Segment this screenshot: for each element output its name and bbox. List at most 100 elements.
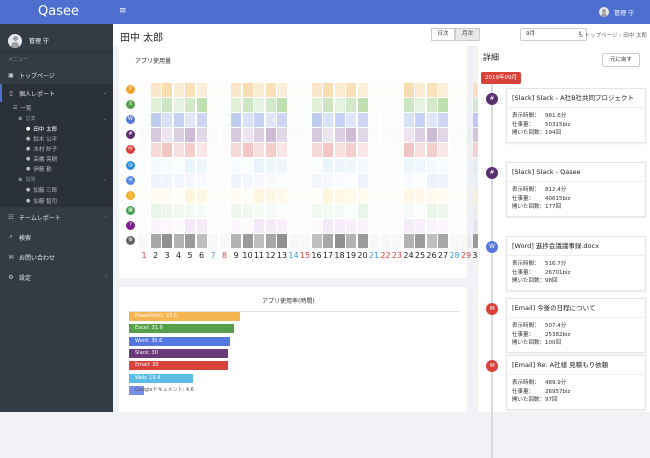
heatmap-cell[interactable] [173,83,184,98]
heatmap-cell[interactable] [357,158,368,173]
heatmap-cell[interactable] [311,173,322,188]
heatmap-cell[interactable] [415,203,425,218]
heatmap-cell[interactable] [196,173,207,188]
app-logo[interactable]: Qasee [0,0,113,24]
hamburger-icon[interactable]: ≡ [119,6,127,16]
heatmap-cell[interactable] [173,98,184,113]
heatmap-cell[interactable] [277,143,287,158]
heatmap-cell[interactable] [369,218,379,233]
heatmap-cell[interactable] [438,113,448,128]
heatmap-cell[interactable] [323,158,333,173]
heatmap-cell[interactable] [323,128,333,143]
heatmap-cell[interactable] [300,218,310,233]
heatmap-cell[interactable] [403,188,414,203]
heatmap-cell[interactable] [162,158,172,173]
heatmap-cell[interactable] [311,218,322,233]
heatmap-cell[interactable] [242,83,253,98]
group-header-dev[interactable]: ☗ 開発 ⌄ [0,174,113,185]
heatmap-cell[interactable] [300,188,310,203]
heatmap-cell[interactable] [185,113,195,128]
heatmap-cell[interactable] [392,234,402,249]
heatmap-cell[interactable] [300,234,310,249]
heatmap-cell[interactable] [369,188,379,203]
toggle-daily-button[interactable]: 日次 [431,28,455,41]
heatmap-cell[interactable] [139,113,149,128]
heatmap-cell[interactable] [334,143,345,158]
heatmap-cell[interactable] [334,128,345,143]
heatmap-cell[interactable] [277,158,287,173]
heatmap-cell[interactable] [369,113,379,128]
heatmap-cell[interactable] [208,203,218,218]
heatmap-cell[interactable] [265,188,276,203]
heatmap-cell[interactable] [196,158,207,173]
heatmap-cell[interactable] [231,173,241,188]
heatmap-cell[interactable] [277,98,287,113]
heatmap-cell[interactable] [369,98,379,113]
heatmap-cell[interactable] [231,98,241,113]
heatmap-cell[interactable] [334,113,345,128]
heatmap-cell[interactable] [162,218,172,233]
heatmap-cell[interactable] [173,188,184,203]
heatmap-cell[interactable] [323,218,333,233]
heatmap-cell[interactable] [346,98,356,113]
heatmap-cell[interactable] [288,83,299,98]
heatmap-cell[interactable] [426,203,437,218]
heatmap-cell[interactable] [277,113,287,128]
heatmap-cell[interactable] [277,188,287,203]
heatmap-cell[interactable] [426,158,437,173]
heatmap-cell[interactable] [415,143,425,158]
heatmap-cell[interactable] [185,173,195,188]
heatmap-cell[interactable] [357,173,368,188]
heatmap-cell[interactable] [208,83,218,98]
heatmap-cell[interactable] [139,218,149,233]
heatmap-cell[interactable] [219,188,230,203]
heatmap-cell[interactable] [380,188,391,203]
heatmap-cell[interactable] [334,83,345,98]
heatmap-cell[interactable] [300,128,310,143]
heatmap-cell[interactable] [449,158,460,173]
heatmap-cell[interactable] [150,113,161,128]
chart-bar[interactable]: Googleドキュメント: 4.6 [129,385,194,395]
heatmap-cell[interactable] [185,83,195,98]
heatmap-cell[interactable] [300,173,310,188]
heatmap-cell[interactable] [449,98,460,113]
heatmap-cell[interactable] [311,83,322,98]
sidebar-item-list[interactable]: ☰ 一覧 [0,102,113,113]
heatmap-cell[interactable] [231,234,241,249]
heatmap-cell[interactable] [162,143,172,158]
heatmap-cell[interactable] [357,234,368,249]
heatmap-cell[interactable] [242,128,253,143]
heatmap-cell[interactable] [461,218,471,233]
heatmap-cell[interactable] [254,143,264,158]
heatmap-cell[interactable] [369,158,379,173]
heatmap-cell[interactable] [288,143,299,158]
heatmap-cell[interactable] [357,188,368,203]
heatmap-cell[interactable] [415,173,425,188]
heatmap-cell[interactable] [265,113,276,128]
heatmap-cell[interactable] [150,158,161,173]
heatmap-cell[interactable] [334,218,345,233]
heatmap-cell[interactable] [185,98,195,113]
heatmap-cell[interactable] [449,173,460,188]
heatmap-cell[interactable] [461,98,471,113]
heatmap-cell[interactable] [139,188,149,203]
heatmap-cell[interactable] [219,98,230,113]
heatmap-cell[interactable] [300,83,310,98]
member-item[interactable]: ● 伊藤 勤 [0,164,113,174]
heatmap-cell[interactable] [288,203,299,218]
heatmap-cell[interactable] [219,128,230,143]
heatmap-cell[interactable] [380,143,391,158]
heatmap-cell[interactable] [323,173,333,188]
timeline-entry[interactable]: [Slack] Slack - A社B社共同プロジェクト 表示時間： 981.6分仕… [506,88,646,143]
heatmap-cell[interactable] [150,128,161,143]
heatmap-cell[interactable] [449,128,460,143]
heatmap-cell[interactable] [346,203,356,218]
heatmap-cell[interactable] [288,188,299,203]
heatmap-cell[interactable] [288,173,299,188]
heatmap-cell[interactable] [265,83,276,98]
heatmap-cell[interactable] [196,218,207,233]
heatmap-cell[interactable] [369,128,379,143]
sidebar-item-top[interactable]: ▣ トップページ [0,66,113,84]
breadcrumb-home[interactable]: トップページ [585,33,618,39]
heatmap-cell[interactable] [426,234,437,249]
